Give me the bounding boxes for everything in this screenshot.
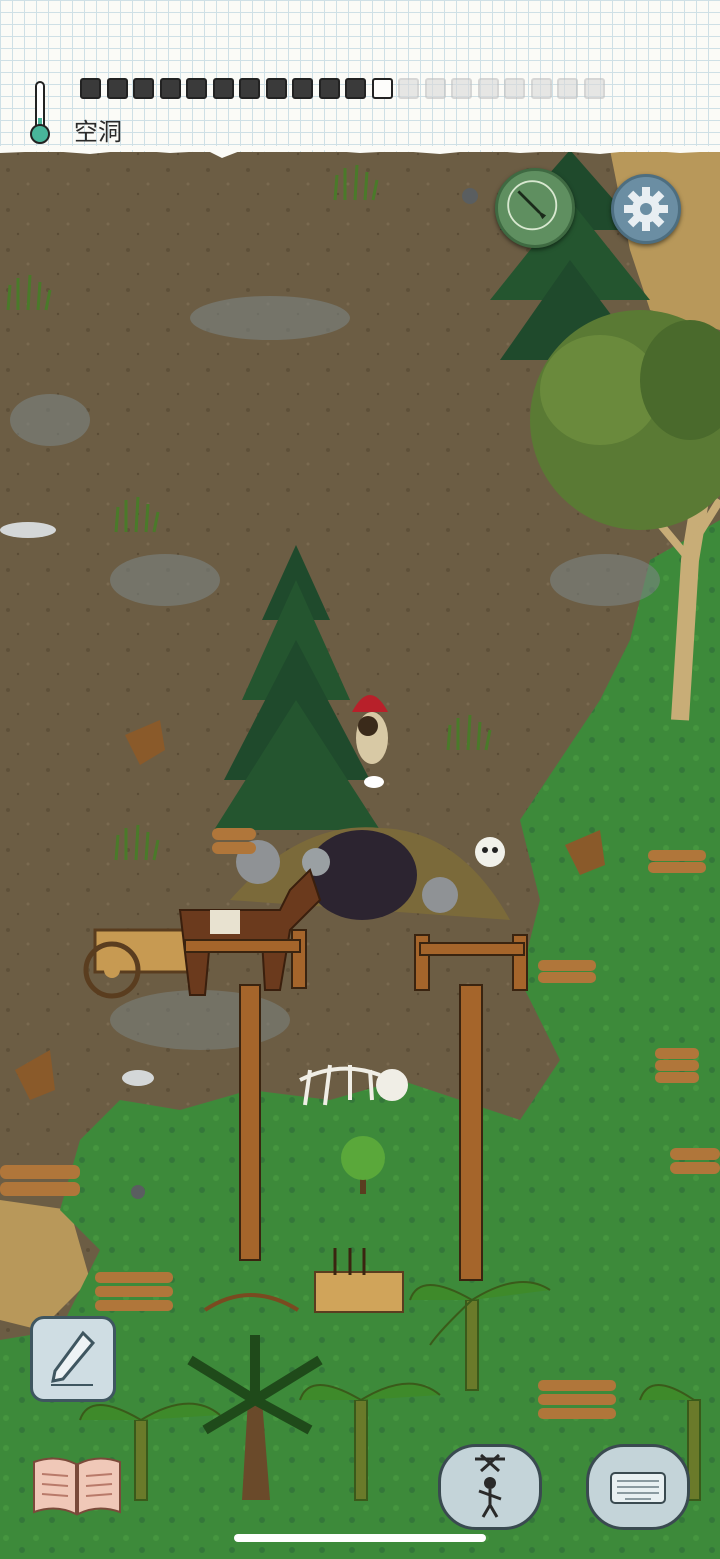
hunger-pip xyxy=(159,78,181,99)
hunger-meter xyxy=(80,78,680,102)
stone-patch xyxy=(550,554,660,606)
hunger-pip xyxy=(398,78,419,99)
hunger-pip xyxy=(345,78,366,99)
hunger-pip xyxy=(186,78,207,99)
hunger-pip xyxy=(133,78,154,99)
hunger-pip xyxy=(477,78,499,99)
hunger-pip xyxy=(583,78,605,99)
emote-button[interactable] xyxy=(438,1444,542,1530)
home-indicator[interactable] xyxy=(234,1534,486,1542)
hunger-pip xyxy=(80,78,101,99)
hunger-pip xyxy=(451,78,472,99)
keyboard-icon xyxy=(610,1472,666,1504)
compass-icon xyxy=(507,180,558,231)
thermometer-icon xyxy=(30,81,50,144)
hunger-pip xyxy=(106,78,128,99)
round-stone[interactable] xyxy=(462,188,478,204)
hunger-pip xyxy=(292,78,313,99)
stone-patch xyxy=(110,554,220,606)
log-pile[interactable] xyxy=(538,1380,616,1419)
hunger-pip xyxy=(212,78,234,99)
gear-icon xyxy=(624,187,668,231)
log-pile[interactable] xyxy=(655,1048,699,1083)
chat-button[interactable] xyxy=(586,1444,690,1530)
hunger-pip xyxy=(318,78,340,99)
stone-patch xyxy=(10,394,90,446)
hunger-pip xyxy=(239,78,260,99)
hud-panel: 空洞 xyxy=(0,0,720,152)
puppet-icon xyxy=(475,1453,505,1518)
stone-patch xyxy=(110,990,290,1050)
hunger-pip xyxy=(504,78,525,99)
compass-button[interactable] xyxy=(495,168,575,248)
skull[interactable] xyxy=(475,837,505,867)
hunger-pip xyxy=(424,78,446,99)
flint-stone[interactable] xyxy=(0,522,56,538)
log-pile[interactable] xyxy=(95,1272,173,1311)
hunger-pip xyxy=(530,78,552,99)
round-stone[interactable] xyxy=(131,1185,145,1199)
book-icon[interactable] xyxy=(30,1454,124,1518)
stone-patch xyxy=(190,296,350,340)
pencil-icon xyxy=(51,1330,96,1386)
settings-button[interactable] xyxy=(611,174,681,244)
note-button[interactable] xyxy=(30,1316,116,1402)
paper-torn-edge xyxy=(0,146,720,158)
flint-stone[interactable] xyxy=(122,1070,154,1086)
hunger-pip xyxy=(371,78,393,99)
hunger-pip xyxy=(557,78,578,99)
hunger-pip xyxy=(265,78,287,99)
status-label: 空洞 xyxy=(74,118,122,146)
